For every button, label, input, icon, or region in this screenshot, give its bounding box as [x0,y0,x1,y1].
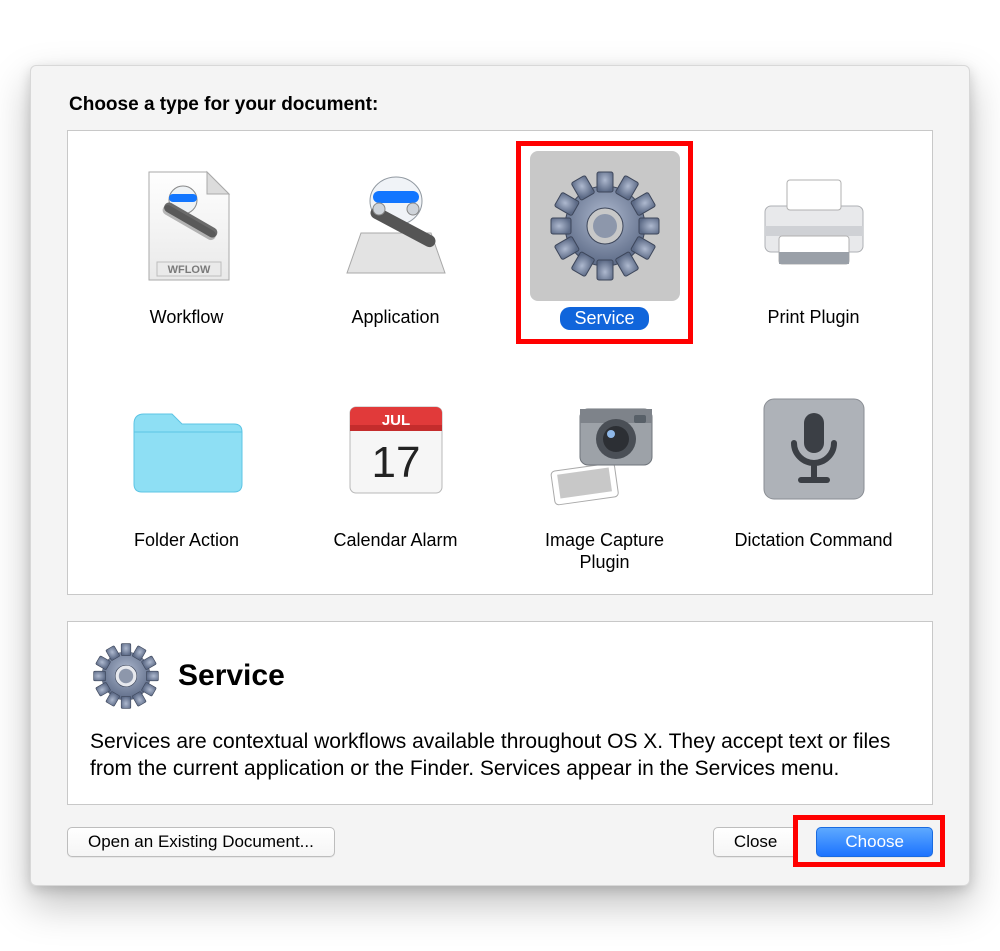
description-panel: Service Services are contextual workflow… [67,621,933,806]
document-type-grid-panel: WFLOW Workflow [67,130,933,595]
type-option-image-capture-plugin[interactable]: Image Capture Plugin [500,370,709,577]
sheet-header: Choose a type for your document: [69,94,933,116]
folder-icon [112,374,262,524]
svg-text:WFLOW: WFLOW [167,264,210,276]
camera-icon [530,374,680,524]
type-label-application: Application [351,307,439,329]
sheet-footer: Open an Existing Document... Close Choos… [67,827,933,857]
type-option-print-plugin[interactable]: Print Plugin [709,147,918,335]
close-button[interactable]: Close [713,827,798,857]
type-label-image-capture-plugin: Image Capture Plugin [520,530,690,573]
document-type-grid: WFLOW Workflow [82,147,918,578]
type-label-folder-action: Folder Action [134,530,239,552]
type-label-print-plugin: Print Plugin [767,307,859,329]
printer-icon [739,151,889,301]
type-option-calendar-alarm[interactable]: JUL 17 Calendar Alarm [291,370,500,577]
choose-button[interactable]: Choose [816,827,933,857]
type-option-folder-action[interactable]: Folder Action [82,370,291,577]
description-title: Service [178,659,285,693]
microphone-icon [739,374,889,524]
svg-text:17: 17 [371,438,420,487]
description-body: Services are contextual workflows availa… [90,728,910,783]
type-label-workflow: Workflow [150,307,224,329]
svg-text:JUL: JUL [381,412,409,429]
type-option-application[interactable]: Application [291,147,500,335]
workflow-icon: WFLOW [112,151,262,301]
open-existing-document-button[interactable]: Open an Existing Document... [67,827,335,857]
type-option-workflow[interactable]: WFLOW Workflow [82,147,291,335]
application-icon [321,151,471,301]
type-option-dictation-command[interactable]: Dictation Command [709,370,918,577]
type-label-calendar-alarm: Calendar Alarm [333,530,457,552]
gear-icon [90,640,162,712]
type-label-service: Service [560,307,648,331]
calendar-icon: JUL 17 [321,374,471,524]
type-label-dictation-command: Dictation Command [734,530,892,552]
service-icon [530,151,680,301]
type-option-service[interactable]: Service [500,147,709,335]
new-document-sheet: Choose a type for your document: [30,65,970,886]
